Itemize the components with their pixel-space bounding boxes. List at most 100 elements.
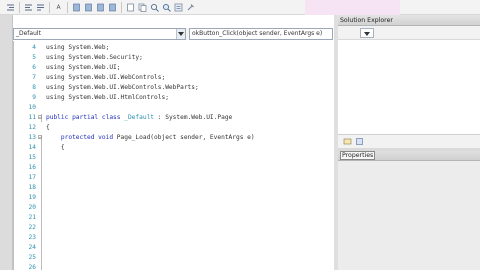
code-token: using System.Web.UI.WebControls; [46,74,166,81]
code-text: using System.Web.UI.WebControls; [46,73,165,83]
code-line[interactable]: 13 ⊟ protected void Page_Load(object send… [14,133,332,143]
properties-icon[interactable] [173,2,184,13]
line-number: 15 [28,154,36,161]
class-combo-value: _Default [16,30,41,37]
toolbar: A [0,0,480,15]
line-number: 8 [32,84,36,91]
keyword-token: protected void [46,134,117,141]
code-line[interactable]: 24 [14,243,332,253]
code-line[interactable]: 19 [14,193,332,203]
bookmark-clear-icon[interactable] [107,2,118,13]
comment-icon[interactable] [35,2,46,13]
code-line[interactable]: 10 [14,103,332,113]
solution-explorer-dropdown[interactable] [360,28,374,38]
code-token: using System.Web.UI; [46,64,121,71]
properties-title: Properties [340,151,376,160]
code-line[interactable]: 14 { [14,143,332,153]
copy-icon[interactable] [137,2,148,13]
solution-explorer-panel: Solution Explorer [338,15,480,148]
code-line[interactable]: 20 [14,203,332,213]
class-combo[interactable]: _Default [13,28,186,40]
format-icon[interactable]: A [53,2,64,13]
chevron-down-icon[interactable] [176,29,185,39]
bookmark-icon[interactable] [71,2,82,13]
line-number: 19 [28,194,36,201]
code-token: { [46,144,65,151]
solution-explorer-tab-icon[interactable] [342,136,353,147]
toolbar-highlight [305,0,400,15]
code-text: using System.Web.Security; [46,53,143,63]
line-number: 20 [28,204,36,211]
code-editor[interactable]: 4 using System.Web; 5 using System.Web.Secu… [13,41,333,273]
page-icon[interactable] [125,2,136,13]
code-token: using System.Web; [46,44,110,51]
code-line[interactable]: 18 [14,183,332,193]
code-text: using System.Web; [46,43,109,53]
code-line[interactable]: 25 [14,253,332,263]
code-line[interactable]: 21 [14,213,332,223]
zoom-icon[interactable] [161,2,172,13]
line-number: 6 [32,64,36,71]
toolbar-separator [19,2,20,13]
properties-title-bar: Properties [338,151,480,161]
line-number: 9 [32,94,36,101]
keyword-token: public partial class [46,114,125,121]
solution-explorer-toolbar [338,26,480,40]
type-token: _Default [124,114,155,121]
find-icon[interactable] [149,2,160,13]
solution-tree[interactable] [338,40,480,148]
code-line[interactable]: 15 [14,153,332,163]
code-text: using System.Web.UI.HtmlControls; [46,93,169,103]
code-line[interactable]: 6 using System.Web.UI; [14,63,332,73]
code-token: Page_Load(object sender, EventArgs e) [116,134,255,141]
code-token: using System.Web.Security; [46,54,143,61]
collapse-toggle-icon[interactable]: ⊟ [38,135,44,141]
code-line[interactable]: 22 [14,223,332,233]
line-number: 5 [32,54,36,61]
line-number: 23 [28,234,36,241]
method-combo-value: okButton_Click(object sender, EventArgs … [192,30,323,37]
solution-explorer-title: Solution Explorer [338,15,480,26]
method-combo[interactable]: okButton_Click(object sender, EventArgs … [189,28,333,40]
line-number: 7 [32,74,36,81]
line-number: 14 [28,144,36,151]
toolbar-separator [121,2,122,13]
line-number: 18 [28,184,36,191]
code-line[interactable]: 5 using System.Web.Security; [14,53,332,63]
code-text: using System.Web.UI.WebControls.WebParts… [46,83,199,93]
code-line[interactable]: 23 [14,233,332,243]
code-line[interactable]: 11 ⊟ public partial class _Default : Syste… [14,113,332,123]
chevron-down-icon [364,32,370,36]
code-text: using System.Web.UI; [46,63,121,73]
bookmark-prev-icon[interactable] [83,2,94,13]
outdent-icon[interactable] [23,2,34,13]
class-view-tab-icon[interactable] [354,136,365,147]
code-text: public partial class _Default : System.W… [46,113,232,123]
line-number: 21 [28,214,36,221]
line-number: 17 [28,174,36,181]
code-token: using System.Web.UI.WebControls.WebParts… [46,84,199,91]
code-line[interactable]: 26 [14,263,332,273]
format-label: A [56,4,61,11]
line-number: 24 [28,244,36,251]
code-line[interactable]: 16 [14,163,332,173]
navigation-bar: _Default okButton_Click(object sender, E… [13,28,333,40]
line-number: 26 [28,264,36,271]
line-number: 22 [28,224,36,231]
properties-panel: Properties [338,151,480,270]
code-line[interactable]: 8 using System.Web.UI.WebControls.WebPart… [14,83,332,93]
line-number: 13 [28,134,36,141]
indent-icon[interactable] [5,2,16,13]
collapse-toggle-icon[interactable]: ⊟ [38,115,44,121]
line-number: 16 [28,164,36,171]
toolbar-separator [49,2,50,13]
code-text: { [46,143,65,153]
code-line[interactable]: 12 { [14,123,332,133]
code-line[interactable]: 4 using System.Web; [14,43,332,53]
code-line[interactable]: 7 using System.Web.UI.WebControls; [14,73,332,83]
bookmark-next-icon[interactable] [95,2,106,13]
code-line[interactable]: 17 [14,173,332,183]
solution-explorer-tabs [338,134,480,148]
code-line[interactable]: 9 using System.Web.UI.HtmlControls; [14,93,332,103]
tools-icon[interactable] [185,2,196,13]
